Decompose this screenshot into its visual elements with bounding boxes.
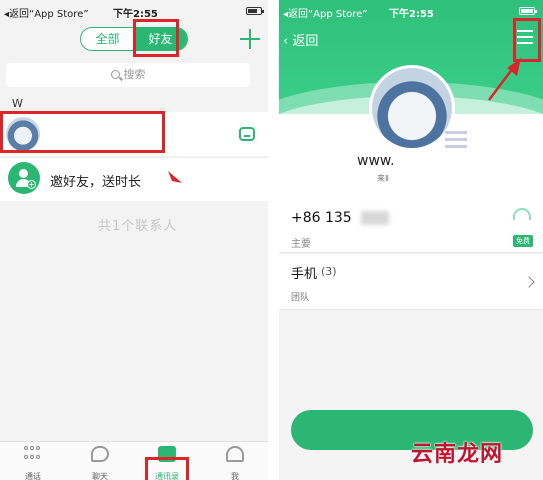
search-placeholder: 搜索 (123, 68, 146, 81)
panel-divider (268, 0, 279, 480)
back-to-app-store[interactable]: ◂返回“App Store” (283, 5, 368, 20)
me-icon (226, 446, 244, 462)
free-badge: 免费 (513, 235, 533, 247)
tab-calls[interactable]: 通话 (13, 442, 53, 480)
robot-icon[interactable] (239, 127, 255, 141)
red-arrow-icon (168, 171, 182, 183)
invite-friends-label: 邀好友，送时长 (50, 175, 142, 190)
redacted-digits (361, 211, 389, 225)
highlight-friends-box (133, 19, 179, 57)
phone-number: +86 135 (291, 210, 352, 226)
contacts-screen: ◂返回“App Store” 下午2:55 全部 好友 搜索 W + 邀好友，送… (0, 0, 268, 480)
tab-chat-label: 聊天 (92, 472, 108, 480)
back-to-app-store[interactable]: ◂返回“App Store” (4, 5, 89, 20)
dialpad-icon (24, 446, 42, 462)
mobile-row[interactable] (279, 254, 543, 310)
status-bar: ◂返回“App Store” 下午2:55 (279, 0, 543, 22)
call-icon[interactable] (513, 208, 531, 220)
mobile-label: 手机 (291, 267, 318, 282)
profile-avatar[interactable] (369, 65, 455, 151)
phone-type-label: 主要 (291, 239, 311, 250)
tab-me[interactable]: 我 (215, 442, 255, 480)
red-arrow-icon (488, 58, 521, 101)
team-label: 团队 (291, 293, 310, 303)
contact-detail-screen: ◂返回“App Store” 下午2:55 ‹ 返回 www. 来Ⅱ +86 1… (279, 0, 543, 480)
highlight-menu-box (513, 18, 541, 62)
battery-icon (519, 7, 537, 15)
contact-count-text: 共1个联系人 (98, 219, 178, 234)
screenshot-composite: ◂返回“App Store” 下午2:55 全部 好友 搜索 W + 邀好友，送… (0, 0, 543, 480)
contact-subtitle: 来Ⅱ (377, 174, 389, 183)
tab-chat[interactable]: 聊天 (80, 442, 120, 480)
contact-name: www. (357, 153, 395, 169)
battery-icon (246, 7, 264, 15)
highlight-contact-box (0, 111, 165, 153)
tab-me-label: 我 (231, 472, 239, 480)
chat-icon (91, 446, 109, 462)
tab-calls-label: 通话 (25, 472, 41, 480)
segment-all[interactable]: 全部 (81, 28, 134, 50)
section-header: W (12, 97, 23, 110)
highlight-contacts-tab-box (145, 457, 189, 480)
status-time: 下午2:55 (113, 9, 158, 20)
add-contact-plus-icon[interactable] (240, 29, 260, 49)
search-input[interactable]: 搜索 (6, 63, 250, 87)
add-friend-icon: + (8, 162, 40, 194)
mobile-count: (3) (321, 265, 337, 278)
status-time: 下午2:55 (389, 9, 434, 20)
watermark: 云南龙网 (411, 441, 504, 467)
phone-row[interactable] (279, 201, 543, 253)
bottom-tab-bar: 通话 聊天 通讯录 我 (0, 441, 268, 480)
back-button[interactable]: ‹ 返回 (283, 30, 318, 49)
qr-card-icon[interactable] (445, 131, 467, 153)
search-icon (110, 70, 120, 79)
